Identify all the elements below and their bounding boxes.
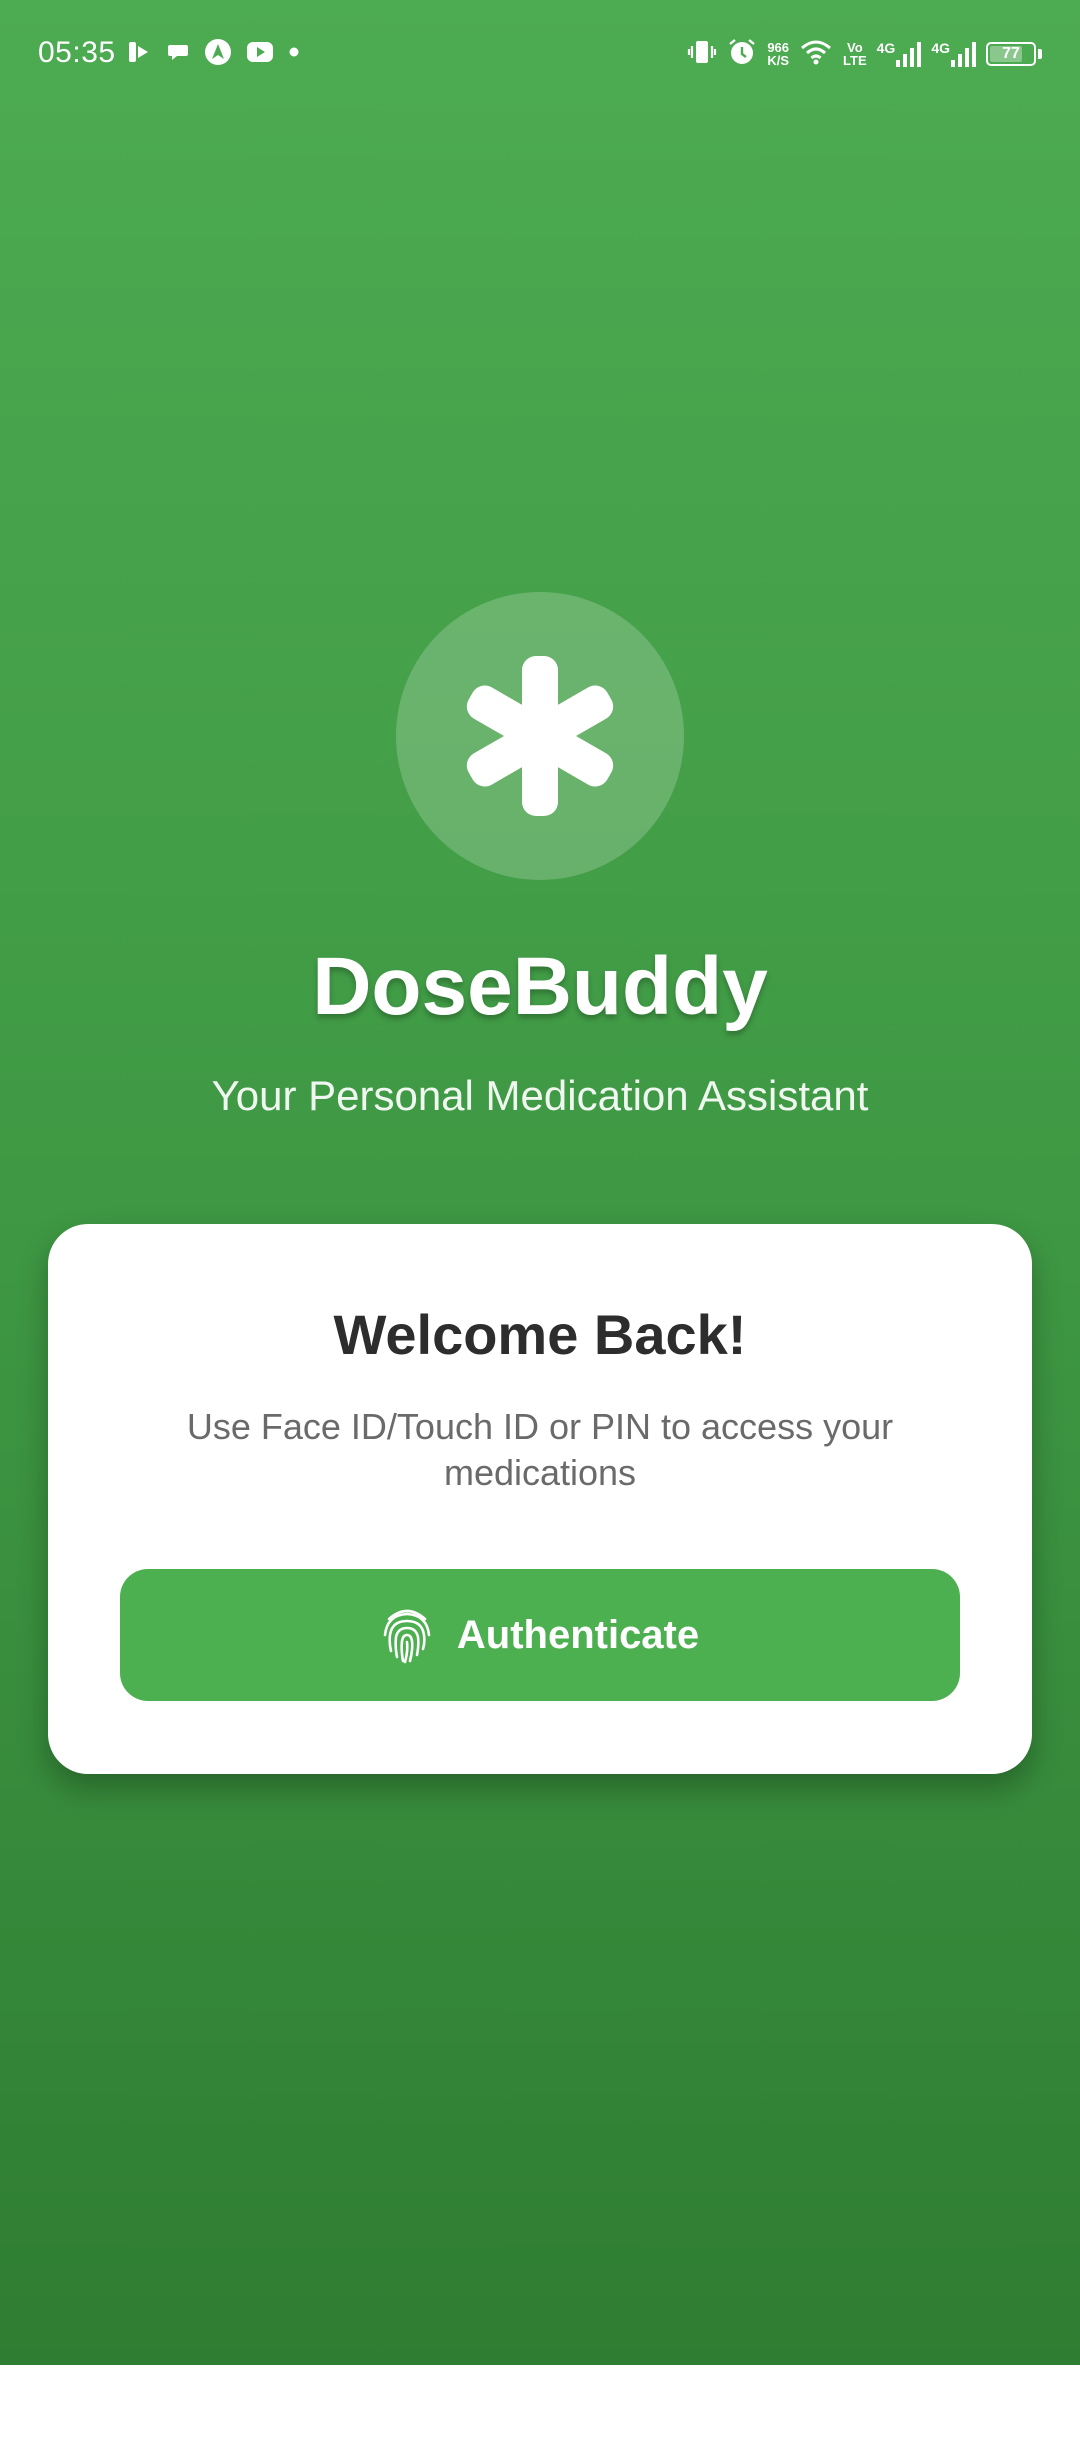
navigation-app-icon (204, 38, 232, 71)
sim2-signal-icon: 4G (931, 40, 976, 68)
welcome-card: Welcome Back! Use Face ID/Touch ID or PI… (48, 1224, 1032, 1774)
system-status-icons: 966 K/S Vo LTE 4G 4G 77 (687, 34, 1042, 74)
status-bar: 05:35 966 K/S Vo LTE 4G 4G 77 (0, 0, 1080, 108)
youtube-icon (246, 41, 274, 68)
navigation-bar-area (0, 2365, 1080, 2460)
sim1-network-label: 4G (876, 40, 896, 56)
alarm-icon (727, 37, 757, 72)
medical-asterisk-icon (466, 656, 614, 816)
app-background: 05:35 966 K/S Vo LTE 4G 4G 77 DoseBuddy … (0, 0, 1080, 2365)
status-time: 05:35 (38, 36, 116, 69)
battery-tip (1038, 49, 1042, 59)
notification-icons (126, 38, 300, 70)
welcome-description: Use Face ID/Touch ID or PIN to access yo… (186, 1406, 894, 1493)
authenticate-button[interactable]: Authenticate (120, 1569, 960, 1701)
volte-bottom: LTE (843, 53, 867, 68)
app-subtitle: Your Personal Medication Assistant (211, 1072, 869, 1119)
battery-icon: 77 (986, 42, 1036, 66)
wallet-icon (126, 39, 152, 70)
authenticate-button-label: Authenticate (456, 1612, 700, 1657)
volte-indicator: Vo LTE (843, 41, 867, 67)
battery-level: 77 (1002, 45, 1020, 62)
more-notifications-dot-icon (288, 45, 300, 63)
chat-bubble-icon (166, 40, 190, 69)
app-title: DoseBuddy (312, 941, 768, 1032)
network-speed: 966 K/S (767, 41, 789, 67)
sim2-network-label: 4G (931, 40, 950, 56)
fingerprint-icon (381, 1605, 433, 1665)
vibrate-icon (687, 38, 717, 71)
wifi-icon (799, 38, 833, 71)
network-speed-unit: K/S (767, 53, 790, 68)
welcome-title: Welcome Back! (333, 1303, 747, 1366)
app-logo (396, 592, 684, 880)
sim1-signal-icon: 4G (877, 40, 922, 68)
